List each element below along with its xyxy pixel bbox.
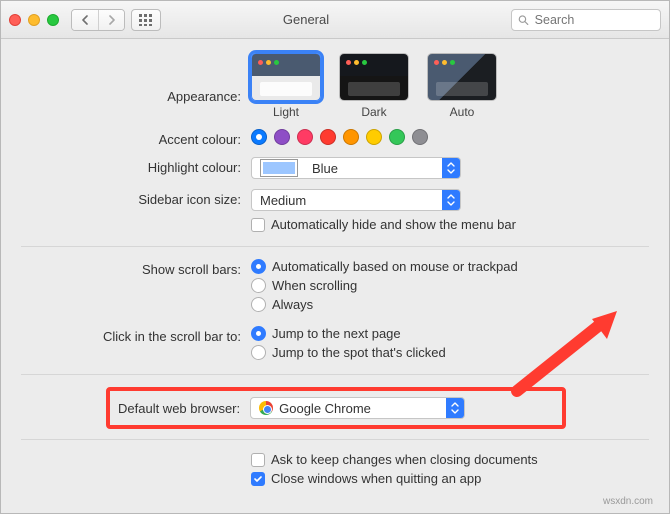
chrome-icon bbox=[259, 401, 273, 415]
scrollclick-spot-label: Jump to the spot that's clicked bbox=[272, 345, 446, 360]
back-button[interactable] bbox=[72, 10, 98, 30]
accent-swatch[interactable] bbox=[366, 129, 382, 145]
accent-swatch[interactable] bbox=[320, 129, 336, 145]
appearance-light-label: Light bbox=[251, 105, 321, 119]
close-windows-checkbox[interactable] bbox=[251, 472, 265, 486]
separator bbox=[21, 374, 649, 375]
close-windows-label: Close windows when quitting an app bbox=[271, 471, 481, 486]
scrollclick-spot-radio[interactable] bbox=[251, 345, 266, 360]
accent-swatch[interactable] bbox=[274, 129, 290, 145]
sidebar-size-label: Sidebar icon size: bbox=[21, 189, 251, 207]
content: Appearance: Light Dark Auto bbox=[1, 39, 669, 510]
search-input[interactable] bbox=[533, 12, 654, 28]
menubar-hide-checkbox[interactable] bbox=[251, 218, 265, 232]
window-controls bbox=[9, 14, 59, 26]
search-icon bbox=[518, 14, 529, 26]
scrollclick-label: Click in the scroll bar to: bbox=[21, 326, 251, 344]
appearance-auto[interactable]: Auto bbox=[427, 53, 497, 119]
scrollbars-whenscrolling-label: When scrolling bbox=[272, 278, 357, 293]
browser-label: Default web browser: bbox=[118, 401, 250, 416]
scrollbars-always-radio[interactable] bbox=[251, 297, 266, 312]
highlight-label: Highlight colour: bbox=[21, 157, 251, 175]
scrollclick-nextpage-label: Jump to the next page bbox=[272, 326, 401, 341]
chevron-updown-icon bbox=[442, 190, 460, 210]
browser-select[interactable]: Google Chrome bbox=[250, 397, 465, 419]
chevron-updown-icon bbox=[442, 158, 460, 178]
scrollbars-always-label: Always bbox=[272, 297, 313, 312]
zoom-window-button[interactable] bbox=[47, 14, 59, 26]
sidebar-size-select[interactable]: Medium bbox=[251, 189, 461, 211]
accent-swatch[interactable] bbox=[251, 129, 267, 145]
highlight-value: Blue bbox=[312, 161, 338, 176]
scrollbars-auto-label: Automatically based on mouse or trackpad bbox=[272, 259, 518, 274]
accent-label: Accent colour: bbox=[21, 129, 251, 147]
appearance-dark[interactable]: Dark bbox=[339, 53, 409, 119]
sidebar-size-value: Medium bbox=[260, 193, 306, 208]
highlight-select[interactable]: Blue bbox=[251, 157, 461, 179]
ask-changes-label: Ask to keep changes when closing documen… bbox=[271, 452, 538, 467]
menubar-hide-label: Automatically hide and show the menu bar bbox=[271, 217, 516, 232]
preferences-window: General Appearance: Light Dark bbox=[0, 0, 670, 514]
accent-swatch[interactable] bbox=[412, 129, 428, 145]
default-browser-highlight: Default web browser: Google Chrome bbox=[106, 387, 566, 429]
chevron-updown-icon bbox=[446, 398, 464, 418]
accent-swatches bbox=[251, 129, 649, 145]
highlight-colorwell bbox=[260, 159, 298, 177]
accent-swatch[interactable] bbox=[389, 129, 405, 145]
accent-swatch[interactable] bbox=[297, 129, 313, 145]
close-window-button[interactable] bbox=[9, 14, 21, 26]
titlebar: General bbox=[1, 1, 669, 39]
appearance-label: Appearance: bbox=[21, 53, 251, 104]
appearance-options: Light Dark Auto bbox=[251, 53, 649, 119]
browser-value: Google Chrome bbox=[279, 401, 371, 416]
scrollclick-nextpage-radio[interactable] bbox=[251, 326, 266, 341]
watermark: wsxdn.com bbox=[603, 496, 653, 507]
appearance-auto-label: Auto bbox=[427, 105, 497, 119]
appearance-dark-label: Dark bbox=[339, 105, 409, 119]
ask-changes-checkbox[interactable] bbox=[251, 453, 265, 467]
separator bbox=[21, 246, 649, 247]
separator bbox=[21, 439, 649, 440]
scrollbars-whenscrolling-radio[interactable] bbox=[251, 278, 266, 293]
scrollbars-auto-radio[interactable] bbox=[251, 259, 266, 274]
minimize-window-button[interactable] bbox=[28, 14, 40, 26]
appearance-light[interactable]: Light bbox=[251, 53, 321, 119]
window-title: General bbox=[107, 12, 505, 27]
scrollbars-label: Show scroll bars: bbox=[21, 259, 251, 277]
spacer bbox=[21, 452, 251, 455]
accent-swatch[interactable] bbox=[343, 129, 359, 145]
search-field[interactable] bbox=[511, 9, 661, 31]
